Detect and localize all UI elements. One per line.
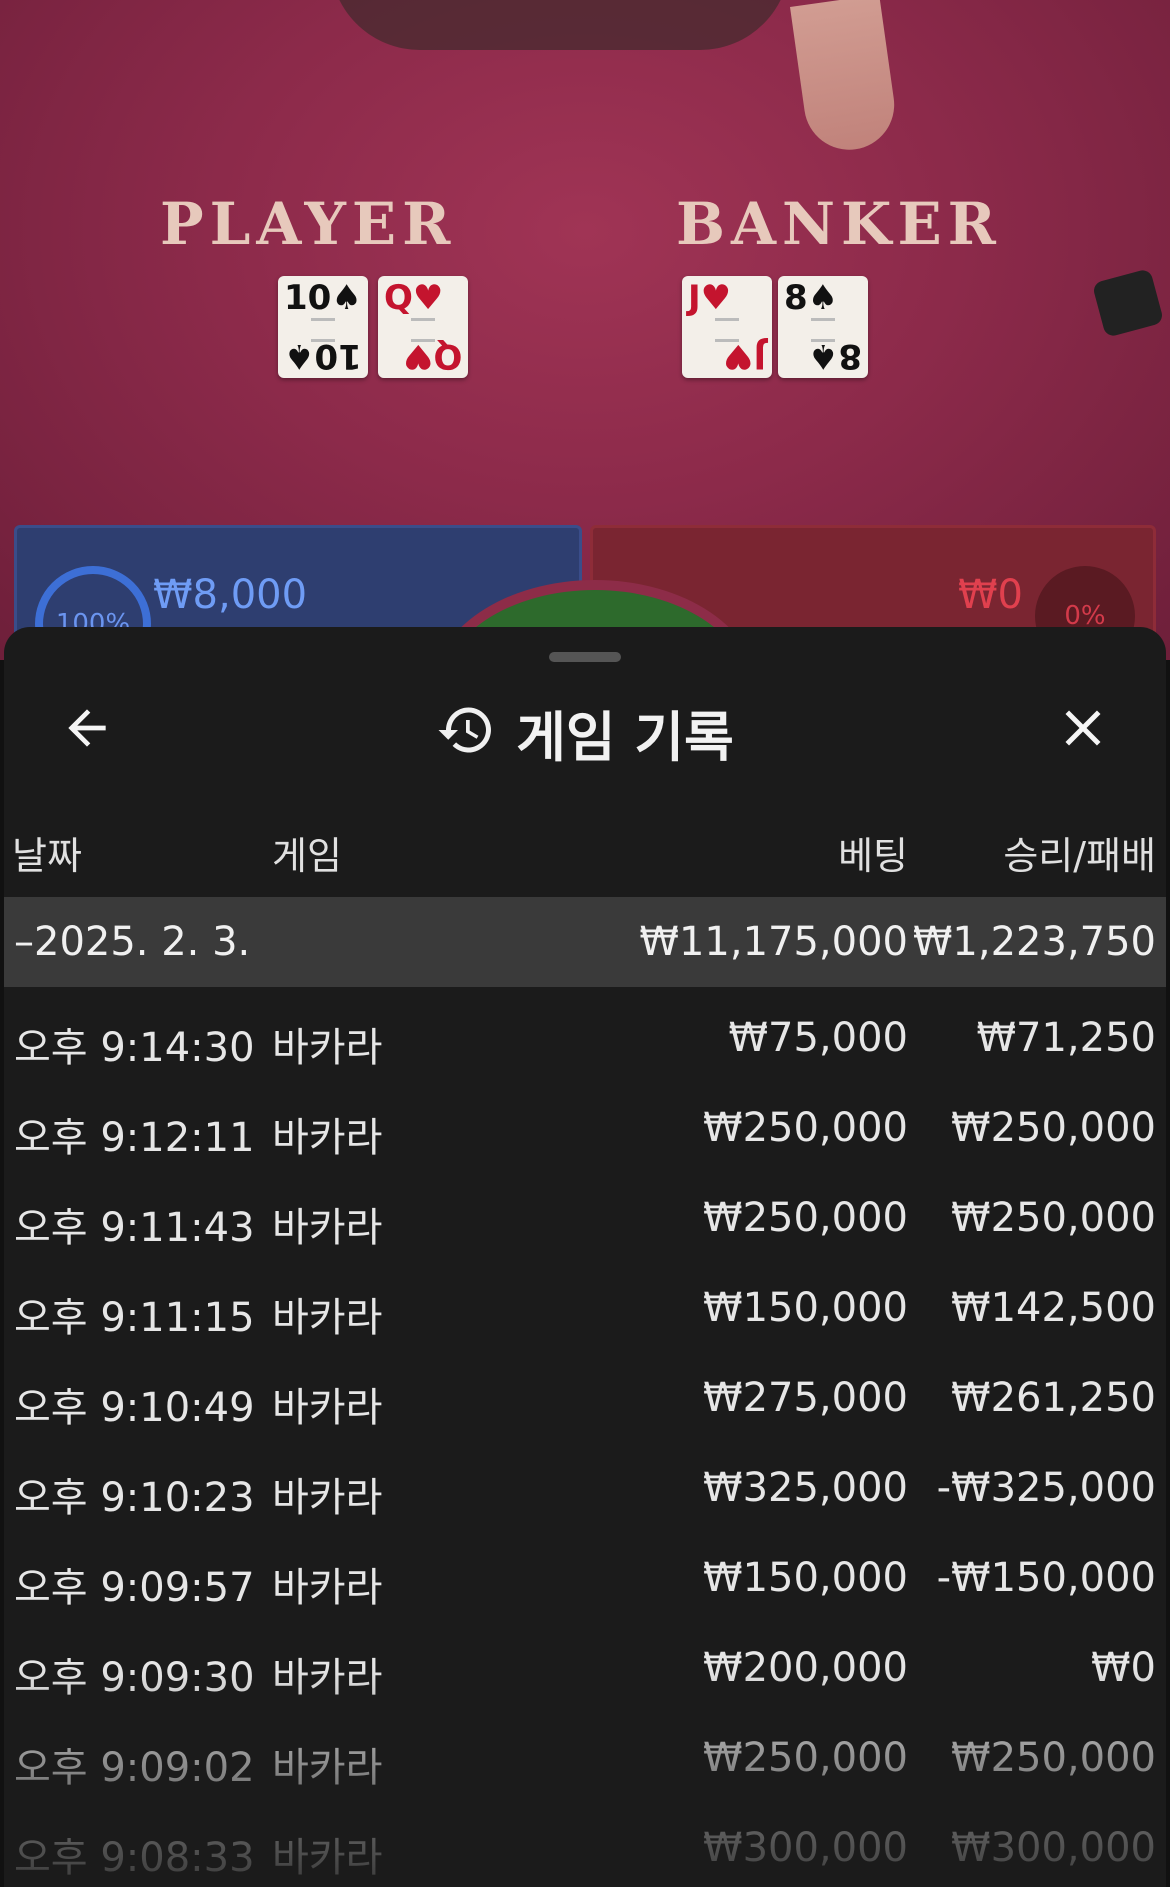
- row-bet: ₩200,000: [703, 1645, 908, 1691]
- row-time: 오후 9:09:30: [14, 1655, 255, 1701]
- row-game: 바카라: [272, 1835, 383, 1881]
- row-game: 바카라: [272, 1295, 383, 1341]
- close-icon: [1053, 698, 1113, 762]
- row-game: 바카라: [272, 1205, 383, 1251]
- card-corner-top: Q♥: [384, 278, 444, 318]
- shoe-device: [1091, 268, 1165, 338]
- table-row[interactable]: 오후 9:14:30 바카라 ₩75,000 ₩71,250: [4, 987, 1166, 1077]
- banker-card-2: 8♠ 8♠: [778, 276, 868, 378]
- table-header: 날짜 게임 베팅 승리/패배: [4, 825, 1166, 881]
- player-card-2: Q♥ Q♥: [378, 276, 468, 378]
- history-icon: [436, 700, 496, 764]
- card-corner-bottom: Q♥: [402, 336, 462, 376]
- date-group-row[interactable]: –2025. 2. 3. ₩11,175,000 ₩1,223,750: [4, 897, 1166, 987]
- row-time: 오후 9:14:30: [14, 1025, 255, 1071]
- table-row[interactable]: 오후 9:11:15 바카라 ₩150,000 ₩142,500: [4, 1257, 1166, 1347]
- row-bet: ₩150,000: [703, 1285, 908, 1331]
- card-corner-bottom: J♥: [722, 336, 766, 376]
- card-corner-top: 8♠: [784, 278, 839, 318]
- row-time: 오후 9:09:57: [14, 1565, 255, 1611]
- row-time: 오후 9:09:02: [14, 1745, 255, 1791]
- row-bet: ₩250,000: [703, 1105, 908, 1151]
- row-time: 오후 9:10:49: [14, 1385, 255, 1431]
- banker-bet-amount: ₩0: [958, 572, 1023, 618]
- banker-label: BANKER: [676, 190, 1002, 258]
- row-game: 바카라: [272, 1385, 383, 1431]
- column-header-win-loss: 승리/패배: [1003, 834, 1156, 878]
- row-bet: ₩75,000: [728, 1015, 908, 1061]
- row-game: 바카라: [272, 1475, 383, 1521]
- row-bet: ₩300,000: [703, 1825, 908, 1871]
- row-game: 바카라: [272, 1655, 383, 1701]
- row-bet: ₩250,000: [703, 1735, 908, 1781]
- arrow-left-icon: [59, 700, 115, 760]
- sheet-title: 게임 기록: [516, 705, 734, 769]
- card-corner-bottom: 10♠: [284, 336, 362, 376]
- player-label: PLAYER: [160, 190, 457, 258]
- row-bet: ₩250,000: [703, 1195, 908, 1241]
- group-total-bet: ₩11,175,000: [639, 919, 908, 965]
- row-win-loss: ₩250,000: [951, 1735, 1156, 1781]
- table-row[interactable]: 오후 9:09:57 바카라 ₩150,000 -₩150,000: [4, 1527, 1166, 1617]
- dealer-hand: [789, 0, 901, 156]
- group-total-win-loss: ₩1,223,750: [912, 919, 1156, 965]
- game-history-sheet: 게임 기록 날짜 게임 베팅 승리/패배 –2025. 2. 3. ₩11,17…: [4, 627, 1166, 1887]
- row-win-loss: ₩142,500: [951, 1285, 1156, 1331]
- row-time: 오후 9:11:43: [14, 1205, 255, 1251]
- row-time: 오후 9:08:33: [14, 1835, 255, 1881]
- row-bet: ₩275,000: [703, 1375, 908, 1421]
- player-bet-amount: ₩8,000: [153, 572, 308, 618]
- table-row[interactable]: 오후 9:10:23 바카라 ₩325,000 -₩325,000: [4, 1437, 1166, 1527]
- row-win-loss: ₩0: [1091, 1645, 1156, 1691]
- dealer-figure: [330, 0, 790, 50]
- column-header-game: 게임: [272, 834, 342, 878]
- group-date: –2025. 2. 3.: [14, 919, 251, 965]
- table-row[interactable]: 오후 9:12:11 바카라 ₩250,000 ₩250,000: [4, 1077, 1166, 1167]
- drag-handle[interactable]: [549, 652, 621, 662]
- row-win-loss: -₩150,000: [936, 1555, 1156, 1601]
- column-header-date: 날짜: [12, 834, 82, 878]
- sheet-header: 게임 기록: [4, 687, 1166, 777]
- table-row[interactable]: 오후 9:11:43 바카라 ₩250,000 ₩250,000: [4, 1167, 1166, 1257]
- row-game: 바카라: [272, 1025, 383, 1071]
- row-time: 오후 9:12:11: [14, 1115, 255, 1161]
- card-corner-top: 10♠: [284, 278, 362, 318]
- row-time: 오후 9:10:23: [14, 1475, 255, 1521]
- row-game: 바카라: [272, 1115, 383, 1161]
- row-win-loss: ₩261,250: [951, 1375, 1156, 1421]
- player-card-1: 10♠ 10♠: [278, 276, 368, 378]
- table-row[interactable]: 오후 9:09:02 바카라 ₩250,000 ₩250,000: [4, 1707, 1166, 1797]
- row-time: 오후 9:11:15: [14, 1295, 255, 1341]
- table-row[interactable]: 오후 9:09:30 바카라 ₩200,000 ₩0: [4, 1617, 1166, 1707]
- row-win-loss: ₩250,000: [951, 1195, 1156, 1241]
- row-win-loss: -₩325,000: [936, 1465, 1156, 1511]
- back-button[interactable]: [52, 695, 122, 765]
- row-game: 바카라: [272, 1745, 383, 1791]
- row-bet: ₩325,000: [703, 1465, 908, 1511]
- card-corner-bottom: 8♠: [807, 336, 862, 376]
- banker-card-1: J♥ J♥: [682, 276, 772, 378]
- live-game-scene: PLAYER BANKER 10♠ 10♠ Q♥ Q♥ J♥ J♥ 8♠ 8♠ 100%…: [0, 0, 1170, 660]
- table-row[interactable]: 오후 9:10:49 바카라 ₩275,000 ₩261,250: [4, 1347, 1166, 1437]
- row-win-loss: ₩71,250: [976, 1015, 1156, 1061]
- row-win-loss: ₩300,000: [951, 1825, 1156, 1871]
- row-win-loss: ₩250,000: [951, 1105, 1156, 1151]
- table-row[interactable]: 오후 9:08:33 바카라 ₩300,000 ₩300,000: [4, 1797, 1166, 1887]
- column-header-bet: 베팅: [838, 834, 908, 878]
- card-corner-top: J♥: [688, 278, 732, 318]
- row-game: 바카라: [272, 1565, 383, 1611]
- close-button[interactable]: [1048, 695, 1118, 765]
- row-bet: ₩150,000: [703, 1555, 908, 1601]
- history-list: 오후 9:14:30 바카라 ₩75,000 ₩71,250 오후 9:12:1…: [4, 987, 1166, 1887]
